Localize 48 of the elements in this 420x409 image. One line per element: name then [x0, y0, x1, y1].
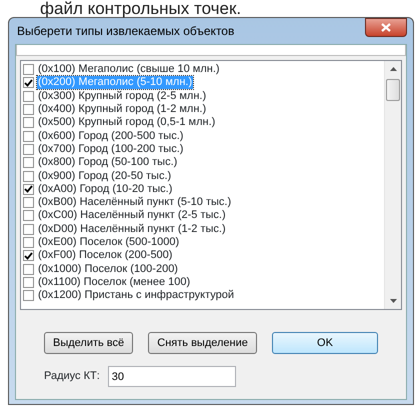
checkbox[interactable]: [23, 290, 34, 302]
checkbox[interactable]: [23, 264, 34, 275]
checkbox[interactable]: [23, 210, 34, 222]
list-item[interactable]: (0x400) Крупный город (1-2 млн.): [37, 103, 208, 116]
checkbox[interactable]: [23, 184, 34, 195]
caption-text: файл контрольных точек.: [39, 0, 242, 17]
list-item[interactable]: (0xD00) Населённый пункт (1-2 тыс.): [37, 222, 227, 236]
dialog-button[interactable]: Выделить всё: [44, 332, 134, 354]
checkbox[interactable]: [23, 64, 34, 76]
checkbox[interactable]: [23, 276, 34, 288]
window-title: Выберети типы извлекаемых объектов: [16, 23, 234, 40]
list-item[interactable]: (0x1100) Поселок (менее 100): [37, 276, 192, 289]
checkbox[interactable]: [23, 197, 34, 208]
list-item[interactable]: (0xF00) Поселок (200-500): [37, 249, 174, 262]
close-icon: [381, 23, 391, 32]
dialog-button[interactable]: Снять выделение: [148, 332, 257, 354]
scroll-down-icon[interactable]: [390, 299, 396, 303]
checkbox[interactable]: [23, 224, 34, 235]
scroll-thumb[interactable]: [386, 79, 400, 101]
list-item[interactable]: (0xB00) Населённый пункт (5-10 тыс.): [37, 196, 232, 210]
checkbox[interactable]: [23, 117, 34, 128]
checkbox[interactable]: [23, 170, 34, 182]
list-item[interactable]: (0x1200) Пристань с инфраструктурой: [37, 289, 235, 302]
list-item[interactable]: (0xA00) Город (10-20 тыс.): [37, 182, 174, 196]
checkbox[interactable]: [23, 144, 34, 155]
list-item[interactable]: (0x800) Город (50-100 тыс.): [37, 156, 178, 170]
list-item[interactable]: (0x900) Город (20-50 тыс.): [37, 170, 172, 183]
checkbox[interactable]: [23, 104, 34, 116]
radius-field[interactable]: 30: [108, 366, 236, 387]
list-item[interactable]: (0x600) Город (200-500 тыс.): [37, 130, 184, 143]
checkbox[interactable]: [23, 157, 34, 168]
checkbox[interactable]: [23, 90, 34, 102]
list-item[interactable]: (0x300) Крупный город (2-5 млн.): [37, 90, 208, 103]
checkbox[interactable]: [23, 250, 34, 262]
list-item[interactable]: (0xC00) Населённый пункт (2-5 тыс.): [37, 209, 227, 222]
dialog-button[interactable]: OK: [272, 332, 378, 354]
close-button[interactable]: [365, 18, 407, 37]
scrollbar[interactable]: [384, 61, 401, 309]
list-item[interactable]: (0x500) Крупный город (0,5-1 млн.): [37, 116, 216, 130]
radius-label: Радиус КТ:: [44, 369, 100, 384]
checkbox[interactable]: [23, 77, 34, 88]
checkbox[interactable]: [23, 130, 34, 142]
list-item[interactable]: (0x1000) Поселок (100-200): [37, 262, 179, 276]
checkbox[interactable]: [23, 237, 34, 248]
scroll-up-icon[interactable]: [390, 67, 396, 71]
list-item[interactable]: (0xE00) Поселок (500-1000): [37, 236, 180, 249]
list-item[interactable]: (0x100) Мегаполис (свыше 10 млн.): [37, 63, 221, 76]
list-item[interactable]: (0x700) Город (100-200 тыс.): [37, 142, 184, 156]
